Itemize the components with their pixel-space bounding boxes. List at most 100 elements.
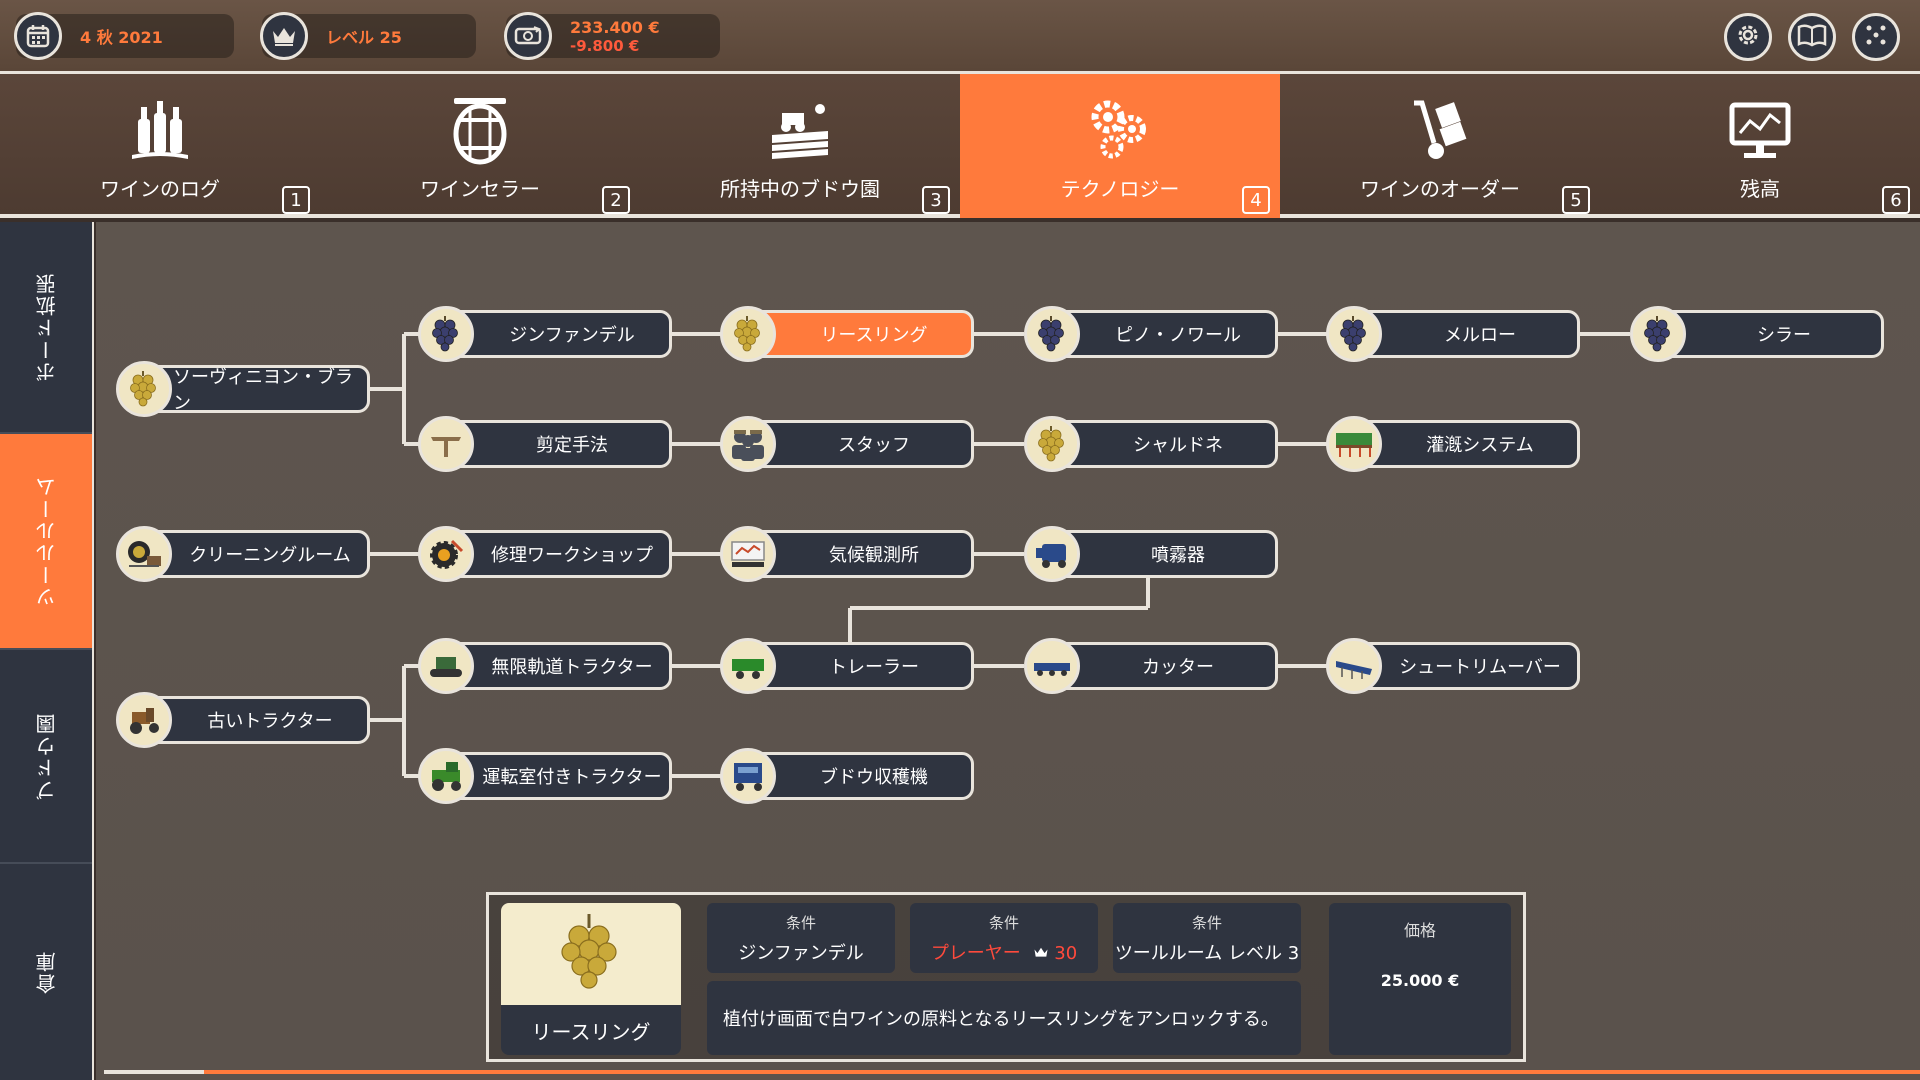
barrel-icon	[450, 98, 510, 165]
white-grape-icon	[116, 361, 172, 417]
node-cutter-label: カッター	[1048, 642, 1278, 690]
dice-icon	[1863, 22, 1889, 52]
node-merlot-label: メルロー	[1350, 310, 1580, 358]
wrench-gear-icon	[418, 526, 474, 582]
cutter-icon	[1024, 638, 1080, 694]
requirement-2-value-row: プレーヤー 30	[931, 939, 1077, 965]
dice-button[interactable]	[1852, 13, 1900, 61]
crown-icon	[1033, 943, 1055, 964]
horizontal-scrollbar[interactable]	[104, 1070, 1920, 1074]
tab-technology-key: 4	[1242, 186, 1270, 214]
node-sprayer-label: 噴霧器	[1048, 530, 1278, 578]
node-syrah[interactable]: シラー	[1630, 306, 1884, 362]
irrigation-icon	[1326, 416, 1382, 472]
node-shoot-remover[interactable]: シュートリムーバー	[1326, 638, 1580, 694]
cab-tractor-icon	[418, 748, 474, 804]
node-cab-tractor-label: 運転室付きトラクター	[442, 752, 672, 800]
node-sauvignon-blanc[interactable]: ソーヴィニヨン・ブラン	[116, 361, 370, 417]
old-tractor-icon	[116, 692, 172, 748]
date-text: 4 秋 2021	[80, 28, 163, 47]
node-zinfandel[interactable]: ジンファンデル	[418, 306, 672, 362]
price-box[interactable]: 価格 25.000 €	[1329, 903, 1511, 1055]
white-grape-icon	[501, 903, 681, 1005]
tab-vineyards[interactable]: 所持中のブドウ園 3	[640, 74, 960, 218]
node-shoot-label: シュートリムーバー	[1350, 642, 1580, 690]
node-grape-harvester[interactable]: ブドウ収穫機	[720, 748, 974, 804]
node-sprayer[interactable]: 噴霧器	[1024, 526, 1278, 582]
tab-wine-orders[interactable]: ワインのオーダー 5	[1280, 74, 1600, 218]
hose-reel-icon	[116, 526, 172, 582]
tab-wine-cellar[interactable]: ワインセラー 2	[320, 74, 640, 218]
level-display: レベル 25	[260, 12, 476, 60]
requirement-3: 条件 ツールルーム レベル 3	[1113, 903, 1301, 973]
tab-vineyards-label: 所持中のブドウ園	[720, 177, 880, 201]
node-weather-label: 気候観測所	[744, 530, 974, 578]
node-cab-tractor[interactable]: 運転室付きトラクター	[418, 748, 672, 804]
sidetab-vineyard[interactable]: ブドウ園	[0, 650, 92, 864]
node-weather-station[interactable]: 気候観測所	[720, 526, 974, 582]
sidetab-board-expansion[interactable]: ボード拡張	[0, 222, 92, 434]
crown-icon	[260, 12, 308, 60]
node-pinot-noir[interactable]: ピノ・ノワール	[1024, 306, 1278, 362]
node-crawler-label: 無限軌道トラクター	[442, 642, 672, 690]
tab-wine-orders-key: 5	[1562, 186, 1590, 214]
node-old-tractor-label: 古いトラクター	[140, 696, 370, 744]
node-riesling-label: リースリング	[744, 310, 974, 358]
vineyard-icon	[768, 99, 832, 163]
pruning-tool-icon	[418, 416, 474, 472]
price-value: 25.000 €	[1380, 971, 1460, 990]
scrollbar-thumb[interactable]	[104, 1070, 204, 1074]
detail-panel: リースリング 条件 ジンファンデル 条件 プレーヤー 30 条件 ツールルーム …	[486, 892, 1526, 1062]
node-repair-workshop[interactable]: 修理ワークショップ	[418, 526, 672, 582]
tab-balance-key: 6	[1882, 186, 1910, 214]
shoot-remover-icon	[1326, 638, 1382, 694]
node-old-tractor[interactable]: 古いトラクター	[116, 692, 370, 748]
main-tabs: ワインのログ 1 ワインセラー 2 所持中のブドウ園 3 テクノロジー 4 ワイ…	[0, 74, 1920, 218]
tab-wine-log-label: ワインのログ	[100, 177, 220, 201]
node-crawler-tractor[interactable]: 無限軌道トラクター	[418, 638, 672, 694]
money-text: 233.400 €	[570, 17, 660, 37]
requirement-1-label: 条件	[785, 913, 816, 932]
gear-icon	[1734, 21, 1762, 53]
node-staff-label: スタッフ	[744, 420, 974, 468]
red-grape-icon	[1326, 306, 1382, 362]
node-staff[interactable]: スタッフ	[720, 416, 974, 472]
node-cleaning-room[interactable]: クリーニングルーム	[116, 526, 370, 582]
node-cutter[interactable]: カッター	[1024, 638, 1278, 694]
node-irrigation[interactable]: 灌漑システム	[1326, 416, 1580, 472]
sprayer-icon	[1024, 526, 1080, 582]
calendar-icon	[14, 12, 62, 60]
level-text: レベル 25	[326, 28, 402, 47]
white-grape-icon	[1024, 416, 1080, 472]
tab-wine-log[interactable]: ワインのログ 1	[0, 74, 320, 218]
red-grape-icon	[1024, 306, 1080, 362]
tab-wine-orders-label: ワインのオーダー	[1360, 177, 1520, 201]
node-irrigation-label: 灌漑システム	[1350, 420, 1580, 468]
requirement-2-label: 条件	[988, 913, 1019, 932]
node-pruning-label: 剪定手法	[442, 420, 672, 468]
node-chardonnay[interactable]: シャルドネ	[1024, 416, 1278, 472]
node-sauvignon-label: ソーヴィニヨン・ブラン	[140, 365, 370, 414]
node-trailer[interactable]: トレーラー	[720, 638, 974, 694]
sidetab-board-expansion-label: ボード拡張	[34, 272, 59, 382]
node-trailer-label: トレーラー	[744, 642, 974, 690]
node-merlot[interactable]: メルロー	[1326, 306, 1580, 362]
date-display: 4 秋 2021	[14, 12, 234, 60]
requirement-1-value: ジンファンデル	[738, 942, 864, 964]
price-label: 価格	[1403, 921, 1436, 940]
wine-bottles-icon	[130, 99, 190, 163]
node-riesling[interactable]: リースリング	[720, 306, 974, 362]
settings-button[interactable]	[1724, 13, 1772, 61]
sidetab-warehouse[interactable]: 倉庫	[0, 864, 92, 1080]
encyclopedia-button[interactable]	[1788, 13, 1836, 61]
tab-technology[interactable]: テクノロジー 4	[960, 74, 1280, 218]
tab-balance[interactable]: 残高 6	[1600, 74, 1920, 218]
category-tabs: ボード拡張 ツールルーム ブドウ園 倉庫	[0, 222, 94, 1080]
tab-technology-label: テクノロジー	[1060, 177, 1180, 201]
requirement-3-label: 条件	[1191, 913, 1222, 932]
sidetab-toolroom[interactable]: ツールルーム	[0, 434, 92, 650]
item-description: 植付け画面で白ワインの原料となるリースリングをアンロックする。	[707, 981, 1301, 1055]
node-pinot-label: ピノ・ノワール	[1048, 310, 1278, 358]
node-pruning[interactable]: 剪定手法	[418, 416, 672, 472]
money-change-text: -9.800 €	[570, 36, 640, 55]
